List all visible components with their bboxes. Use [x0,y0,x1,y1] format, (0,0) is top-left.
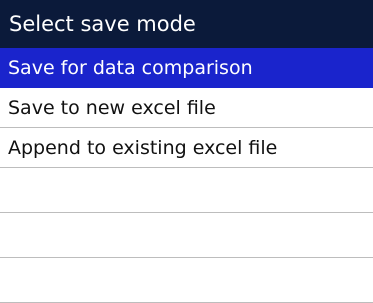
empty-menu-row [0,168,373,213]
save-mode-menu: Save for data comparison Save to new exc… [0,48,373,303]
menu-item-append-to-existing-excel-file[interactable]: Append to existing excel file [0,128,373,168]
menu-item-save-to-new-excel-file[interactable]: Save to new excel file [0,88,373,128]
save-mode-dialog: Select save mode Save for data compariso… [0,0,373,303]
dialog-title: Select save mode [0,0,373,48]
menu-item-save-for-data-comparison[interactable]: Save for data comparison [0,48,373,88]
empty-menu-row [0,213,373,258]
empty-menu-row [0,258,373,303]
